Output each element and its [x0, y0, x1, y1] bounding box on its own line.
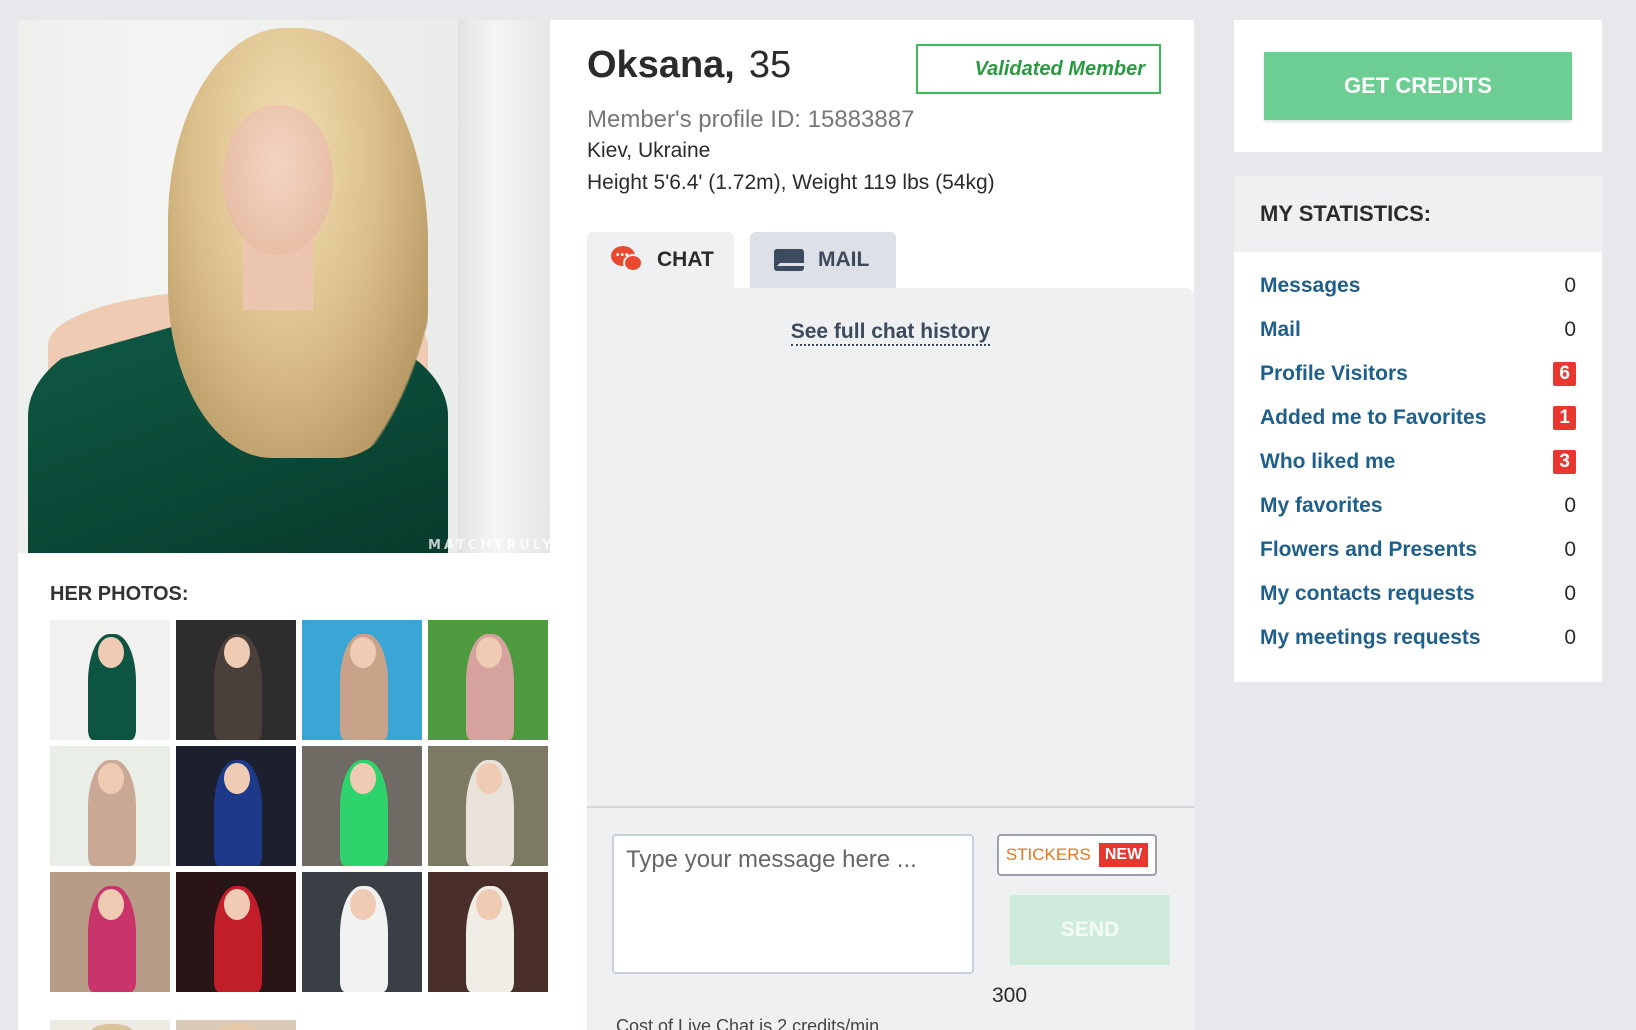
her-photos-title: HER PHOTOS:	[50, 583, 189, 605]
stat-count-badge: 3	[1553, 450, 1576, 474]
send-button[interactable]: SEND	[1010, 895, 1170, 965]
chat-cost-note: Cost of Live Chat is 2 credits/min.	[616, 1016, 885, 1030]
stat-row[interactable]: My meetings requests 0	[1260, 616, 1576, 660]
main-profile-photo[interactable]: MATCHTRULY	[18, 20, 550, 553]
chat-compose-area: STICKERS NEW SEND 300 Cost of Live Chat …	[587, 808, 1194, 1030]
tab-mail[interactable]: MAIL	[750, 232, 896, 288]
see-full-chat-history-link[interactable]: See full chat history	[790, 320, 991, 346]
stat-count: 0	[1564, 538, 1576, 561]
photo-thumbnail[interactable]	[176, 620, 296, 740]
photo-thumbnail[interactable]	[428, 620, 548, 740]
stat-row[interactable]: Mail 0	[1260, 308, 1576, 352]
photo-thumbnail[interactable]	[428, 872, 548, 992]
photo-thumbnail[interactable]	[176, 872, 296, 992]
tab-chat-label: CHAT	[657, 248, 714, 271]
stat-row[interactable]: Messages 0	[1260, 264, 1576, 308]
stat-label-link[interactable]: My meetings requests	[1260, 626, 1481, 650]
tab-chat[interactable]: ••• CHAT	[587, 232, 734, 288]
stat-count: 0	[1564, 626, 1576, 649]
stickers-label: STICKERS	[1005, 845, 1091, 864]
thumbnail-figure	[214, 1023, 263, 1030]
stat-row[interactable]: Flowers and Presents 0	[1260, 528, 1576, 572]
stat-label-link[interactable]: Profile Visitors	[1260, 362, 1408, 386]
photo-thumbnail[interactable]	[176, 1020, 296, 1030]
chat-history-area[interactable]: See full chat history	[587, 288, 1194, 808]
my-statistics-card: MY STATISTICS: Messages 0 Mail 0 Profile Vis…	[1234, 176, 1602, 682]
stat-row[interactable]: Profile Visitors 6	[1260, 352, 1576, 396]
photo-thumbnail[interactable]	[50, 746, 170, 866]
photo-thumbnail[interactable]	[302, 746, 422, 866]
tab-mail-label: MAIL	[818, 248, 870, 271]
photo-thumbnail[interactable]	[50, 1020, 170, 1030]
character-counter: 300	[992, 984, 1028, 1007]
stat-label-link[interactable]: Who liked me	[1260, 450, 1395, 474]
photo-thumbnail[interactable]	[176, 746, 296, 866]
credits-card: GET CREDITS	[1234, 20, 1602, 152]
stat-count: 0	[1564, 582, 1576, 605]
photo-watermark: MATCHTRULY	[428, 538, 550, 553]
profile-id: Member's profile ID: 15883887	[587, 106, 915, 133]
stat-label-link[interactable]: Added me to Favorites	[1260, 406, 1486, 430]
photo-thumbnails-partial-row	[50, 1020, 296, 1030]
photo-thumbnail[interactable]	[302, 872, 422, 992]
profile-name-line: Oksana, 35	[587, 44, 791, 87]
stat-count: 0	[1564, 318, 1576, 341]
get-credits-button[interactable]: GET CREDITS	[1264, 52, 1572, 120]
stat-row[interactable]: My favorites 0	[1260, 484, 1576, 528]
profile-height-weight: Height 5'6.4' (1.72m), Weight 119 lbs (5…	[587, 171, 995, 194]
stat-row[interactable]: My contacts requests 0	[1260, 572, 1576, 616]
stat-count-badge: 6	[1553, 362, 1576, 386]
stat-label-link[interactable]: My contacts requests	[1260, 582, 1475, 606]
photo-thumbnail[interactable]	[50, 872, 170, 992]
photo-subject-face	[223, 105, 333, 255]
profile-photos-panel: MATCHTRULY HER PHOTOS:	[18, 20, 550, 1030]
stat-count: 0	[1564, 494, 1576, 517]
stat-row[interactable]: Who liked me 3	[1260, 440, 1576, 484]
validated-member-badge: Validated Member	[916, 44, 1161, 94]
message-input[interactable]	[612, 834, 974, 974]
my-statistics-title: MY STATISTICS:	[1234, 176, 1602, 252]
profile-location: Kiev, Ukraine	[587, 139, 711, 162]
photo-thumbnail[interactable]	[50, 620, 170, 740]
stat-label-link[interactable]: Mail	[1260, 318, 1301, 342]
stat-row[interactable]: Added me to Favorites 1	[1260, 396, 1576, 440]
chat-history-link-row: See full chat history	[587, 320, 1194, 346]
profile-name: Oksana,	[587, 44, 735, 86]
stat-label-link[interactable]: My favorites	[1260, 494, 1383, 518]
chat-bubbles-icon: •••	[611, 246, 643, 274]
profile-age: 35	[748, 44, 792, 86]
profile-main-panel: Oksana, 35 Validated Member Member's prof…	[550, 20, 1194, 1030]
photo-thumbnail[interactable]	[428, 746, 548, 866]
thumbnail-figure	[88, 1023, 137, 1030]
stickers-button[interactable]: STICKERS NEW	[997, 834, 1157, 876]
stat-label-link[interactable]: Messages	[1260, 274, 1360, 298]
envelope-icon	[774, 249, 807, 271]
photo-thumbnails-grid	[50, 620, 552, 992]
stat-count-badge: 1	[1553, 406, 1576, 430]
statistics-list: Messages 0 Mail 0 Profile Visitors 6 Added me …	[1234, 252, 1602, 660]
photo-thumbnail[interactable]	[302, 620, 422, 740]
photo-background	[458, 20, 550, 553]
stat-count: 0	[1564, 274, 1576, 297]
stat-label-link[interactable]: Flowers and Presents	[1260, 538, 1477, 562]
new-badge: NEW	[1098, 843, 1149, 867]
